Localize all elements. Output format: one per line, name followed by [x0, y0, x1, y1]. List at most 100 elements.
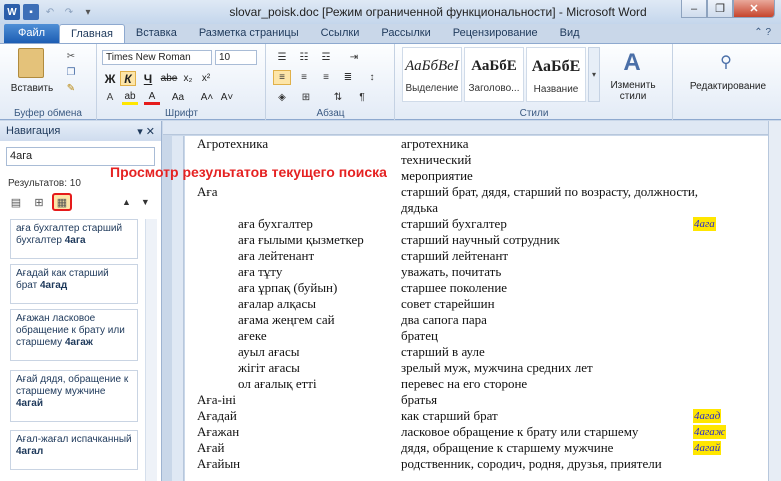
text-effects-icon[interactable]: A: [102, 90, 118, 105]
tab-insert[interactable]: Вставка: [125, 24, 188, 43]
search-result-card[interactable]: аға бухгалтер старший бухгалтер 4ага: [10, 219, 138, 259]
tab-review[interactable]: Рецензирование: [442, 24, 549, 43]
vertical-scrollbar[interactable]: [768, 121, 781, 481]
bold-button[interactable]: Ж: [102, 71, 118, 86]
style-emphasis[interactable]: АаБбВеI Выделение: [402, 47, 462, 102]
pages-view-icon[interactable]: ⊞: [29, 193, 49, 211]
translation-text: ласковое обращение к брату или старшему: [401, 424, 639, 439]
style-heading[interactable]: АаБбЕ Заголово...: [464, 47, 524, 102]
nav-header: Навигация ▾ ✕: [0, 121, 161, 141]
term-text: аға бухгалтер: [238, 216, 313, 231]
dictionary-row: Ағайын родственник, сородич, родня, друзь…: [185, 456, 768, 472]
subscript-button[interactable]: x₂: [180, 71, 196, 86]
grow-font-button[interactable]: A˄: [198, 90, 216, 105]
term-text: аға ұрпақ (буйын): [238, 280, 338, 295]
align-left-icon[interactable]: ≡: [273, 70, 291, 85]
format-painter-icon[interactable]: ✎: [64, 82, 78, 94]
borders-icon[interactable]: ⊞: [297, 90, 315, 105]
font-color-icon[interactable]: A: [144, 90, 160, 105]
change-case-button[interactable]: Aa: [168, 90, 188, 105]
dictionary-row: Агротехника агротехника: [185, 136, 768, 152]
numbering-icon[interactable]: ☷: [295, 50, 313, 65]
dictionary-row: аға лейтенант старший лейтенант: [185, 248, 768, 264]
previous-result-icon[interactable]: ▲: [122, 197, 131, 207]
search-result-card[interactable]: Ағадай как старший брат 4агад: [10, 264, 138, 304]
term-text: Аға: [197, 184, 218, 199]
style-title[interactable]: АаБбЕ Название: [526, 47, 586, 102]
style-name: Название: [533, 84, 579, 95]
document-page[interactable]: Агротехника агротехника технический меропри…: [185, 136, 768, 481]
results-view-icon[interactable]: ▦: [52, 193, 72, 211]
word-logo-icon[interactable]: W: [4, 4, 20, 20]
group-font: Times New Roman 10 Ж К Ч abe x₂ x² A ab …: [98, 44, 266, 120]
indent-icon[interactable]: ⇥: [345, 50, 363, 65]
search-result-card[interactable]: Ағал-жағал испачканный 4агал: [10, 430, 138, 470]
next-result-icon[interactable]: ▼: [141, 197, 150, 207]
bullets-icon[interactable]: ☰: [273, 50, 291, 65]
strikethrough-button[interactable]: abe: [160, 71, 178, 86]
editing-button[interactable]: Редактирование: [678, 80, 778, 92]
justify-icon[interactable]: ≣: [339, 70, 357, 85]
minimize-button[interactable]: –: [681, 0, 707, 18]
tab-page-layout[interactable]: Разметка страницы: [188, 24, 310, 43]
paste-icon[interactable]: [18, 48, 44, 78]
search-code-highlight: 4ага: [693, 217, 716, 231]
shading-icon[interactable]: ◈: [273, 90, 291, 105]
nav-close-icon[interactable]: ▾ ✕: [137, 125, 155, 138]
search-result-card[interactable]: Ағай дядя, обращение к старшему мужчине …: [10, 370, 138, 422]
styles-scroll-icon[interactable]: ▾: [588, 47, 600, 102]
tab-view[interactable]: Вид: [549, 24, 591, 43]
tab-references[interactable]: Ссылки: [310, 24, 371, 43]
headings-view-icon[interactable]: ▤: [6, 193, 26, 211]
underline-button[interactable]: Ч: [140, 71, 156, 86]
copy-icon[interactable]: ❐: [64, 66, 78, 78]
translation-text: старший в ауле: [401, 344, 485, 359]
change-styles-icon[interactable]: A: [618, 49, 646, 76]
align-right-icon[interactable]: ≡: [317, 70, 335, 85]
save-icon[interactable]: ▪: [23, 4, 39, 20]
italic-button[interactable]: К: [120, 71, 136, 86]
group-label-styles: Стили: [519, 108, 549, 119]
translation-text: старший научный сотрудник: [401, 232, 560, 247]
dictionary-row: ауыл ағасы старший в ауле: [185, 344, 768, 360]
maximize-button[interactable]: ❐: [707, 0, 733, 18]
dictionary-row: аға тұту уважать, почитать: [185, 264, 768, 280]
result-text: Ағал-жағал испачканный: [16, 434, 132, 445]
term-text: Ағайын: [197, 456, 241, 471]
sort-icon[interactable]: ⇅: [329, 90, 347, 105]
multilevel-list-icon[interactable]: ☲: [317, 50, 335, 65]
close-button[interactable]: ✕: [733, 0, 775, 18]
vertical-ruler[interactable]: [172, 136, 184, 481]
tab-home[interactable]: Главная: [59, 24, 125, 43]
highlight-color-icon[interactable]: ab: [122, 90, 138, 105]
tab-mailings[interactable]: Рассылки: [370, 24, 441, 43]
dictionary-row: Ағай дядя, обращение к старшему мужчине 4а…: [185, 440, 768, 456]
shrink-font-button[interactable]: A˅: [218, 90, 236, 105]
tab-file[interactable]: Файл: [4, 24, 60, 43]
group-paragraph: ☰ ☷ ☲ ⇥ ≡ ≡ ≡ ≣ ↕ ◈ ⊞ ⇅ ¶ Абзац: [267, 44, 395, 120]
help-icon[interactable]: ⌃ ?: [754, 27, 771, 38]
search-result-card[interactable]: Ағажан ласковое обращение к брату или ст…: [10, 309, 138, 361]
dictionary-row: ол ағалық етті перевес на его стороне: [185, 376, 768, 392]
search-code-highlight: 4агай: [693, 441, 722, 455]
term-text: ағама жеңгем сай: [238, 312, 335, 327]
cut-icon[interactable]: ✂: [64, 50, 78, 62]
show-marks-icon[interactable]: ¶: [353, 90, 371, 105]
customize-qat-icon[interactable]: ▾: [80, 4, 96, 20]
change-styles-button[interactable]: Изменить стили: [606, 80, 660, 102]
font-size-combo[interactable]: 10: [215, 50, 257, 65]
superscript-button[interactable]: x²: [198, 71, 214, 86]
paste-button[interactable]: Вставить: [10, 82, 54, 94]
undo-icon[interactable]: ↶: [42, 4, 58, 20]
align-center-icon[interactable]: ≡: [295, 70, 313, 85]
binoculars-icon[interactable]: ⚲: [714, 50, 738, 74]
font-name-combo[interactable]: Times New Roman: [102, 50, 212, 65]
line-spacing-icon[interactable]: ↕: [363, 70, 381, 85]
horizontal-ruler[interactable]: [163, 121, 768, 135]
term-text: Аға-іні: [197, 392, 236, 407]
translation-text: уважать, почитать: [401, 264, 502, 279]
ribbon-home: Вставить ✂ ❐ ✎ Буфер обмена Times New Ro…: [0, 43, 781, 120]
redo-icon[interactable]: ↷: [61, 4, 77, 20]
nav-scrollbar[interactable]: [145, 219, 157, 481]
style-sample: АаБбЕ: [471, 58, 517, 74]
